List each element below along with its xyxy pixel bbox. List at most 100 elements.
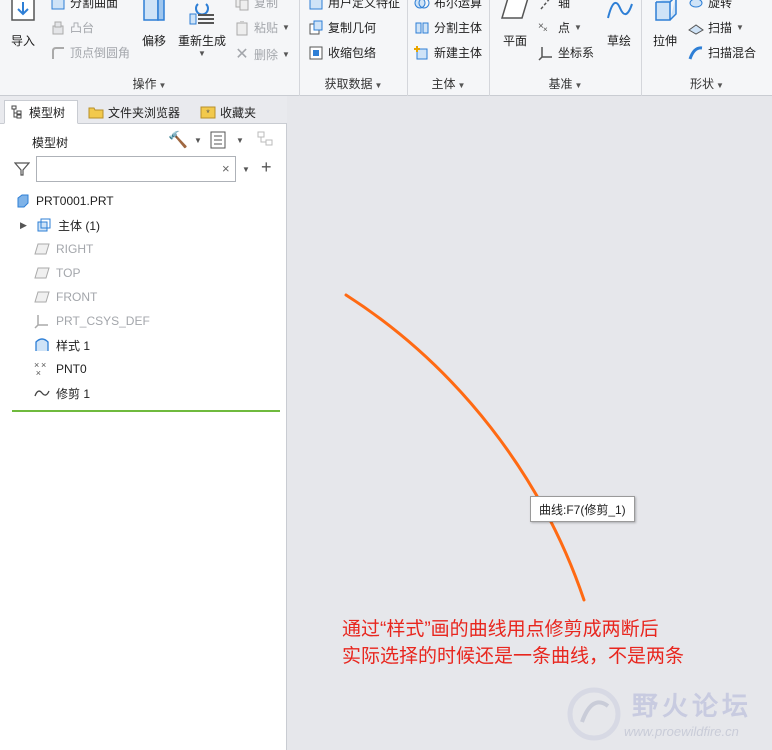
chevron-down-icon[interactable]: ▼	[236, 136, 244, 145]
split-body-icon	[415, 22, 429, 33]
revolve-button[interactable]: 旋转	[688, 0, 732, 11]
extrude-icon	[655, 0, 677, 21]
point-icon: × × ×	[34, 360, 47, 378]
trimmed-style-curve[interactable]	[344, 293, 586, 602]
group-label-datum[interactable]: 基准 ▼	[490, 75, 641, 92]
delete-button[interactable]: ✕ 删除 ▼	[234, 44, 290, 64]
new-body-icon	[414, 45, 428, 59]
offset-button[interactable]: 偏移	[140, 0, 168, 49]
datum-plane-icon	[34, 267, 50, 279]
group-label-get-data[interactable]: 获取数据 ▼	[300, 75, 407, 92]
tree-item-trim[interactable]: 修剪 1	[34, 382, 90, 404]
csys-button[interactable]: 坐标系	[538, 44, 594, 61]
navigator-panel: 模型树 文件夹浏览器 * 收藏夹 模型树 🔨 ▼ ▼ × ▼ + PRT0001…	[0, 96, 287, 750]
import-icon	[11, 0, 35, 21]
regenerate-icon	[189, 3, 214, 25]
split-body-button[interactable]: 分割主体	[414, 19, 482, 36]
chevron-down-icon[interactable]: ▼	[282, 50, 290, 59]
tree-item-top-plane[interactable]: TOP	[34, 262, 80, 284]
tree-item-point[interactable]: × × × PNT0	[34, 358, 87, 380]
csys-icon	[34, 315, 48, 329]
chevron-down-icon[interactable]: ▼	[282, 23, 290, 32]
sketch-button[interactable]: 草绘	[604, 0, 634, 49]
clear-search-icon[interactable]: ×	[222, 161, 230, 176]
body-icon	[37, 218, 51, 232]
point-icon: ××	[538, 21, 548, 34]
csys-icon	[538, 46, 552, 61]
tree-item-csys[interactable]: PRT_CSYS_DEF	[34, 310, 150, 332]
group-label-shape[interactable]: 形状 ▼	[642, 75, 772, 92]
ribbon-group-operations: 导入 分割曲面 凸台 顶点倒圆角 偏移 重新生成 ▼ 复制 粘贴 ▼ ✕ 删除 …	[0, 0, 300, 96]
tab-favorites[interactable]: * 收藏夹	[194, 100, 262, 124]
sweep-icon	[688, 23, 704, 35]
add-filter-icon[interactable]: +	[261, 157, 272, 178]
sweep-button[interactable]: 扫描 ▼	[688, 19, 744, 36]
model-tree-title: 模型树	[32, 136, 69, 150]
boolean-icon	[414, 0, 430, 8]
annotation-line-2: 实际选择的时候还是一条曲线，不是两条	[342, 646, 685, 667]
tab-model-tree[interactable]: 模型树	[4, 100, 78, 124]
paste-icon	[236, 20, 248, 35]
settings-tools-icon[interactable]: 🔨	[168, 130, 188, 150]
insert-here-indicator[interactable]	[12, 410, 280, 412]
udf-button[interactable]: 用户定义特征	[308, 0, 400, 11]
plane-button[interactable]: 平面	[500, 0, 530, 49]
datum-plane-icon	[34, 291, 50, 303]
tree-search-row: × ▼ +	[0, 154, 287, 184]
group-label-body[interactable]: 主体 ▼	[408, 75, 489, 92]
new-body-button[interactable]: 新建主体	[414, 44, 482, 61]
axis-button[interactable]: 轴	[538, 0, 570, 11]
tree-item-front-plane[interactable]: FRONT	[34, 286, 97, 308]
ribbon-group-shape: 拉伸 旋转 扫描 ▼ 扫描混合 形状 ▼	[642, 0, 772, 96]
ribbon-group-body: 布尔运算 分割主体 新建主体 主体 ▼	[408, 0, 490, 96]
chevron-down-icon[interactable]: ▼	[574, 23, 582, 32]
split-surface-button[interactable]: 分割曲面	[50, 0, 118, 11]
paste-button[interactable]: 粘贴 ▼	[234, 19, 290, 36]
annotation-line-1: 通过“样式”画的曲线用点修剪成两断后	[342, 619, 659, 640]
ribbon-group-datum: 平面 轴 ×× 点 ▼ 坐标系 草绘 基准 ▼	[490, 0, 642, 96]
shrinkwrap-icon	[309, 46, 323, 59]
tree-item-right-plane[interactable]: RIGHT	[34, 238, 93, 260]
chevron-down-icon[interactable]: ▼	[198, 49, 206, 58]
curve-tooltip: 曲线:F7(修剪_1)	[530, 496, 635, 522]
plane-icon	[500, 0, 529, 19]
annotation-text: 通过“样式”画的曲线用点修剪成两断后 实际选择的时候还是一条曲线，不是两条	[342, 616, 684, 670]
extrude-button[interactable]: 拉伸	[650, 0, 680, 49]
model-tree-icon	[11, 105, 22, 119]
filter-icon[interactable]	[14, 161, 30, 177]
copy-button[interactable]: 复制	[234, 0, 278, 11]
shrinkwrap-button[interactable]: 收缩包络	[308, 44, 376, 61]
favorites-icon: *	[200, 106, 216, 119]
revolve-icon	[689, 0, 703, 7]
svg-text:*: *	[206, 108, 210, 118]
import-button[interactable]: 导入	[8, 0, 38, 49]
tree-item-style[interactable]: 样式 1	[34, 334, 90, 356]
curve-trim-icon	[34, 390, 50, 397]
offset-icon	[143, 0, 165, 21]
tree-item-body[interactable]: ▶ 主体 (1)	[20, 214, 100, 236]
boss-icon	[52, 21, 64, 34]
tree-item-part[interactable]: PRT0001.PRT	[16, 190, 114, 212]
point-button[interactable]: ×× 点 ▼	[538, 19, 582, 36]
group-label-operations[interactable]: 操作 ▼	[0, 75, 299, 92]
ribbon-group-get-data: 用户定义特征 复制几何 收缩包络 获取数据 ▼	[300, 0, 408, 96]
tree-search-input[interactable]	[36, 156, 236, 182]
tree-filter-icon[interactable]	[256, 130, 276, 150]
ribbon: 导入 分割曲面 凸台 顶点倒圆角 偏移 重新生成 ▼ 复制 粘贴 ▼ ✕ 删除 …	[0, 0, 772, 96]
boss-button[interactable]: 凸台	[50, 19, 94, 36]
copy-geometry-button[interactable]: 复制几何	[308, 19, 376, 36]
vertex-round-button[interactable]: 顶点倒圆角	[50, 44, 130, 61]
forum-watermark: 野火论坛 www.proewildfire.cn	[562, 684, 768, 748]
expand-arrow-icon[interactable]: ▶	[20, 220, 30, 231]
swept-blend-button[interactable]: 扫描混合	[688, 44, 756, 61]
chevron-down-icon[interactable]: ▼	[194, 136, 202, 145]
regenerate-button[interactable]: 重新生成 ▼	[178, 0, 226, 58]
import-label: 导入	[10, 34, 35, 48]
chevron-down-icon[interactable]: ▼	[242, 165, 250, 174]
style-icon	[35, 338, 49, 351]
copy-geometry-icon	[309, 20, 323, 34]
show-columns-icon[interactable]	[210, 131, 226, 149]
chevron-down-icon[interactable]: ▼	[736, 23, 744, 32]
boolean-button[interactable]: 布尔运算	[414, 0, 482, 11]
tab-folder-browser[interactable]: 文件夹浏览器	[82, 100, 186, 124]
